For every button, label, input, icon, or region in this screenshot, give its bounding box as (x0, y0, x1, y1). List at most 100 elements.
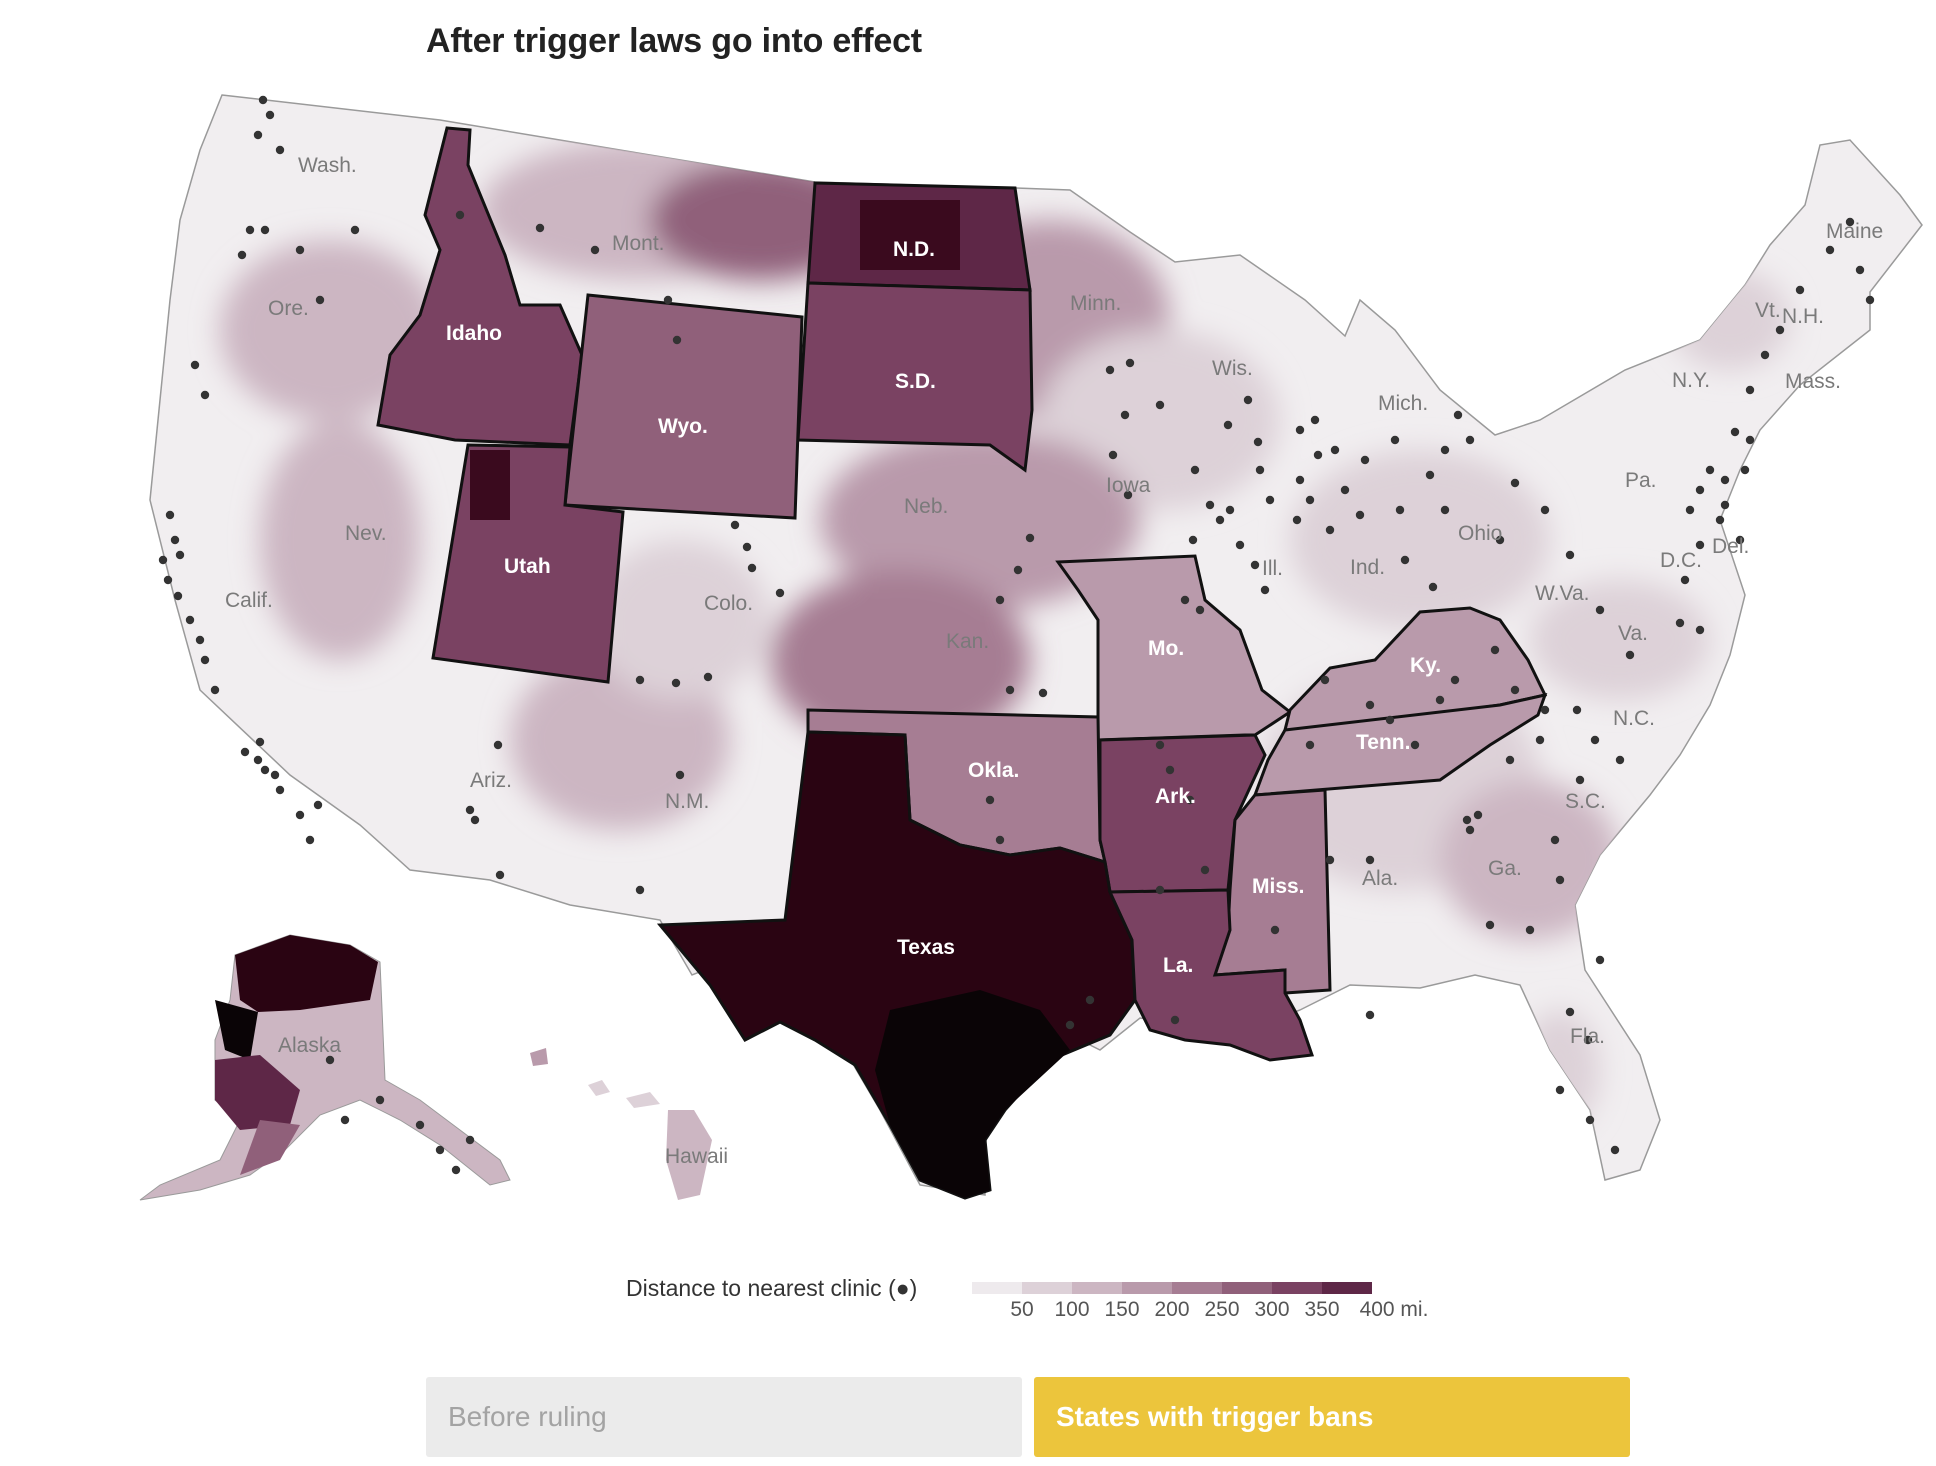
clinic-dot (240, 747, 250, 757)
clinic-dot (455, 210, 465, 220)
clinic-dot (671, 678, 681, 688)
clinic-dot (1340, 485, 1350, 495)
clinic-dot (1195, 605, 1205, 615)
clinic-dot (1720, 475, 1730, 485)
clinic-dot (260, 765, 270, 775)
clinic-dot (1575, 775, 1585, 785)
clinic-dot (200, 390, 210, 400)
clinic-dot (1680, 575, 1690, 585)
clinic-dot (1295, 425, 1305, 435)
clinic-dot (1155, 885, 1165, 895)
before-ruling-button[interactable]: Before ruling (426, 1377, 1022, 1457)
us-map-svg: Wash. Ore. Calif. Nev. Mont. Ariz. Colo.… (139, 94, 1923, 1201)
label-okla: Okla. (968, 759, 1019, 782)
clinic-dot (1565, 1007, 1575, 1017)
label-del: Del. (1712, 535, 1749, 558)
label-mich: Mich. (1378, 392, 1428, 415)
clinic-dot (1400, 555, 1410, 565)
clinic-dot (1453, 410, 1463, 420)
clinic-dot (265, 110, 275, 120)
clinic-dot (275, 785, 285, 795)
clinic-dot (1105, 365, 1115, 375)
clinic-dot (1320, 675, 1330, 685)
clinic-dot (1223, 420, 1233, 430)
legend-swatch (1222, 1282, 1272, 1294)
clinic-dot (1108, 450, 1118, 460)
clinic-dot (672, 335, 682, 345)
clinic-dot (313, 800, 323, 810)
label-nd: N.D. (893, 238, 935, 261)
clinic-dot (1590, 735, 1600, 745)
label-calif: Calif. (225, 589, 273, 612)
state-wyo (563, 293, 804, 520)
clinic-dot (995, 835, 1005, 845)
label-alaska: Alaska (278, 1034, 341, 1057)
clinic-dot (1595, 605, 1605, 615)
clinic-dot (1505, 755, 1515, 765)
clinic-dot (635, 675, 645, 685)
clinic-dot (470, 815, 480, 825)
clinic-dot (995, 595, 1005, 605)
clinic-dot (985, 795, 995, 805)
clinic-dot (493, 740, 503, 750)
clinic-dot (253, 130, 263, 140)
clinic-dot (590, 245, 600, 255)
clinic-dot (295, 810, 305, 820)
label-colo: Colo. (704, 592, 753, 615)
label-ariz: Ariz. (470, 769, 512, 792)
label-idaho: Idaho (446, 322, 502, 345)
clinic-dot (1865, 295, 1875, 305)
clinic-dot (1695, 625, 1705, 635)
label-minn: Minn. (1070, 292, 1121, 315)
clinic-dot (185, 615, 195, 625)
legend-swatch (1122, 1282, 1172, 1294)
clinic-dot (663, 295, 673, 305)
clinic-dot (1395, 505, 1405, 515)
clinic-dot (1585, 1115, 1595, 1125)
clinic-dot (703, 672, 713, 682)
clinic-dot (1760, 350, 1770, 360)
clinic-dot (245, 225, 255, 235)
clinic-dot (375, 1095, 385, 1105)
clinic-dot (1615, 755, 1625, 765)
trigger-bans-button[interactable]: States with trigger bans (1034, 1377, 1630, 1457)
clinic-dot (1685, 505, 1695, 515)
clinic-dot (1740, 465, 1750, 475)
label-ga: Ga. (1488, 857, 1522, 880)
clinic-dot (1555, 1085, 1565, 1095)
clinic-dot (1625, 650, 1635, 660)
clinic-dot (1510, 478, 1520, 488)
clinic-dot (1125, 358, 1135, 368)
label-sd: S.D. (895, 370, 936, 393)
clinic-dot (1705, 465, 1715, 475)
clinic-dot (1155, 740, 1165, 750)
clinic-dot (1485, 920, 1495, 930)
legend-swatch (1322, 1282, 1372, 1294)
clinic-dot (1180, 595, 1190, 605)
clinic-dot (1243, 395, 1253, 405)
clinic-dot (170, 535, 180, 545)
clinic-dot (350, 225, 360, 235)
clinic-dot (1330, 445, 1340, 455)
clinic-dot (255, 737, 265, 747)
clinic-dot (1595, 955, 1605, 965)
clinic-dot (775, 588, 785, 598)
legend-swatch (1072, 1282, 1122, 1294)
label-dc: D.C. (1660, 549, 1702, 572)
label-tenn: Tenn. (1356, 731, 1410, 754)
label-mont: Mont. (612, 232, 665, 255)
clinic-dot (1525, 925, 1535, 935)
clinic-dot (1250, 560, 1260, 570)
clinic-dot (415, 1120, 425, 1130)
clinic-dot (1745, 435, 1755, 445)
clinic-dot (1565, 550, 1575, 560)
clinic-dot (1425, 470, 1435, 480)
clinic-dot (1720, 500, 1730, 510)
clinic-dot (1535, 735, 1545, 745)
clinic-dot (1038, 688, 1048, 698)
label-la: La. (1163, 954, 1193, 977)
before-ruling-label: Before ruling (448, 1401, 607, 1432)
label-wyo: Wyo. (658, 415, 708, 438)
clinic-dot (1190, 465, 1200, 475)
label-wash: Wash. (298, 154, 357, 177)
